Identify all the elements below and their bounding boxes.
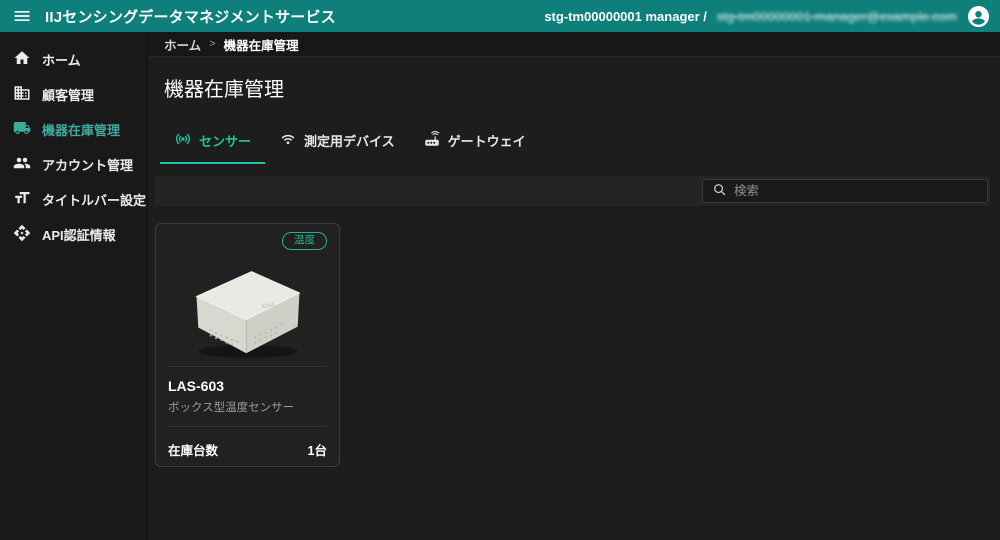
sidebar-item-api-credentials[interactable]: API認証情報: [0, 217, 147, 252]
wifi-icon: [279, 130, 297, 151]
sidebar-item-customers[interactable]: 顧客管理: [0, 77, 147, 112]
badge-row: 温度: [168, 232, 327, 250]
temperature-badge: 温度: [282, 232, 327, 250]
filter-toolbar: [155, 176, 990, 206]
card-footer: 在庫台数 1台: [168, 440, 327, 459]
sidebar-item-label: タイトルバー設定: [42, 190, 146, 209]
white-box-sensor-photo: kiwi: [168, 250, 327, 366]
sidebar-item-label: ホーム: [42, 50, 81, 69]
tab-sensor[interactable]: センサー: [160, 122, 265, 164]
main-content: ホーム > 機器在庫管理 機器在庫管理 センサー: [148, 32, 1000, 540]
card-divider: [168, 366, 327, 367]
header-left: IIJセンシングデータマネジメントサービス: [12, 6, 336, 27]
sidebar-item-label: アカウント管理: [42, 155, 133, 174]
tab-label: 測定用デバイス: [304, 131, 395, 150]
truck-icon: [13, 119, 31, 140]
app-header: IIJセンシングデータマネジメントサービス stg-tm00000001 man…: [0, 0, 1000, 32]
tab-gateway[interactable]: ゲートウェイ: [409, 122, 540, 164]
sidebar-item-titlebar-settings[interactable]: タイトルバー設定: [0, 182, 147, 217]
sidebar-item-home[interactable]: ホーム: [0, 42, 147, 77]
account-circle-icon[interactable]: [967, 5, 990, 28]
search-icon: [712, 182, 727, 200]
device-card-list: 温度: [148, 206, 1000, 467]
home-icon: [13, 49, 31, 70]
stock-label: 在庫台数: [168, 440, 218, 459]
app-root: IIJセンシングデータマネジメントサービス stg-tm00000001 man…: [0, 0, 1000, 540]
stock-value: 1台: [308, 440, 327, 459]
router-icon: [423, 130, 441, 151]
tab-label: ゲートウェイ: [448, 131, 526, 150]
sidebar: ホーム 顧客管理 機器在庫管理 アカウント管理: [0, 32, 148, 540]
sidebar-item-label: 顧客管理: [42, 85, 94, 104]
page-title: 機器在庫管理: [148, 57, 1000, 102]
sidebar-item-label: API認証情報: [42, 225, 116, 244]
sidebar-item-label: 機器在庫管理: [42, 120, 120, 139]
app-title: IIJセンシングデータマネジメントサービス: [45, 6, 336, 27]
menu-icon[interactable]: [12, 6, 32, 26]
sidebar-item-accounts[interactable]: アカウント管理: [0, 147, 147, 182]
api-icon: [13, 224, 31, 245]
breadcrumb: ホーム > 機器在庫管理: [148, 32, 1000, 57]
search-input[interactable]: [734, 184, 978, 198]
body: ホーム 顧客管理 機器在庫管理 アカウント管理: [0, 32, 1000, 540]
device-name: LAS-603: [168, 378, 327, 394]
device-description: ボックス型温度センサー: [168, 399, 327, 415]
device-card-las-603[interactable]: 温度: [155, 223, 340, 467]
tab-label: センサー: [199, 131, 251, 150]
search-box[interactable]: [702, 179, 988, 203]
card-divider: [168, 426, 327, 427]
tab-bar: センサー 測定用デバイス: [148, 102, 1000, 164]
breadcrumb-home-link[interactable]: ホーム: [164, 35, 201, 54]
breadcrumb-separator: >: [209, 38, 215, 50]
tab-measuring-device[interactable]: 測定用デバイス: [265, 122, 409, 164]
people-icon: [13, 154, 31, 175]
text-format-icon: [13, 189, 31, 210]
sidebar-item-device-inventory[interactable]: 機器在庫管理: [0, 112, 147, 147]
sensor-icon: [174, 130, 192, 151]
user-label: stg-tm00000001 manager /: [544, 9, 707, 24]
user-email-redacted: stg-tm00000001-manager@example.com: [717, 9, 957, 24]
breadcrumb-current: 機器在庫管理: [224, 35, 299, 54]
header-user-area: stg-tm00000001 manager / stg-tm00000001-…: [544, 5, 990, 28]
building-icon: [13, 84, 31, 105]
